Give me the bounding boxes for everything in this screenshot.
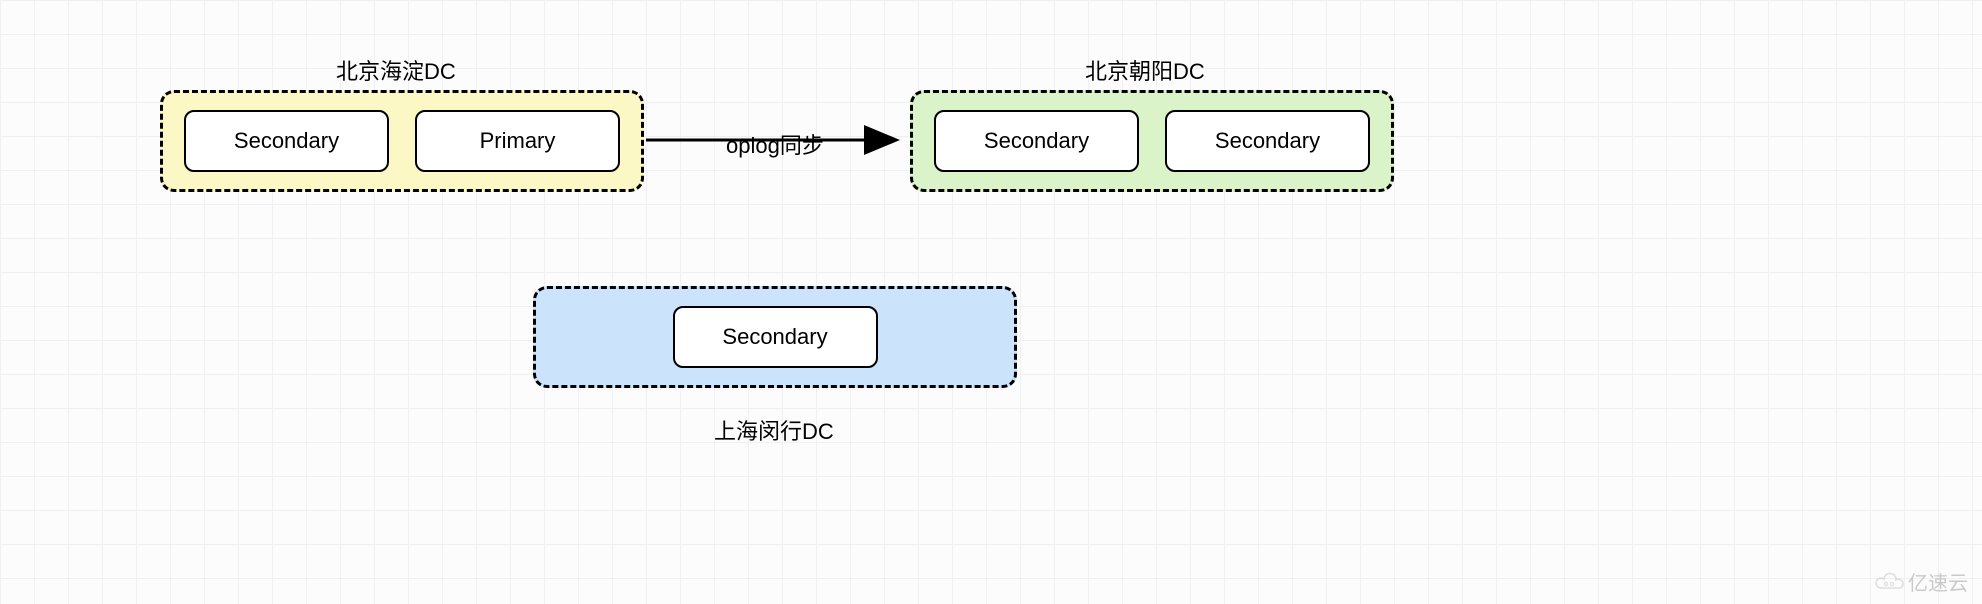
dc3-container: Secondary: [533, 286, 1017, 388]
dc3-title: 上海闵行DC: [714, 414, 834, 446]
arrow-label: oplog同步: [726, 128, 824, 160]
dc1-title: 北京海淀DC: [336, 54, 456, 86]
watermark-text: 亿速云: [1908, 567, 1968, 596]
dc3-node-0: Secondary: [673, 306, 878, 368]
dc2-title: 北京朝阳DC: [1085, 54, 1205, 86]
watermark: 亿速云: [1874, 567, 1968, 596]
dc2-node-1: Secondary: [1165, 110, 1370, 172]
dc1-node-0: Secondary: [184, 110, 389, 172]
dc1-node-1: Primary: [415, 110, 620, 172]
dc2-container: Secondary Secondary: [910, 90, 1394, 192]
dc1-container: Secondary Primary: [160, 90, 644, 192]
cloud-icon: [1874, 572, 1904, 592]
dc2-node-0: Secondary: [934, 110, 1139, 172]
